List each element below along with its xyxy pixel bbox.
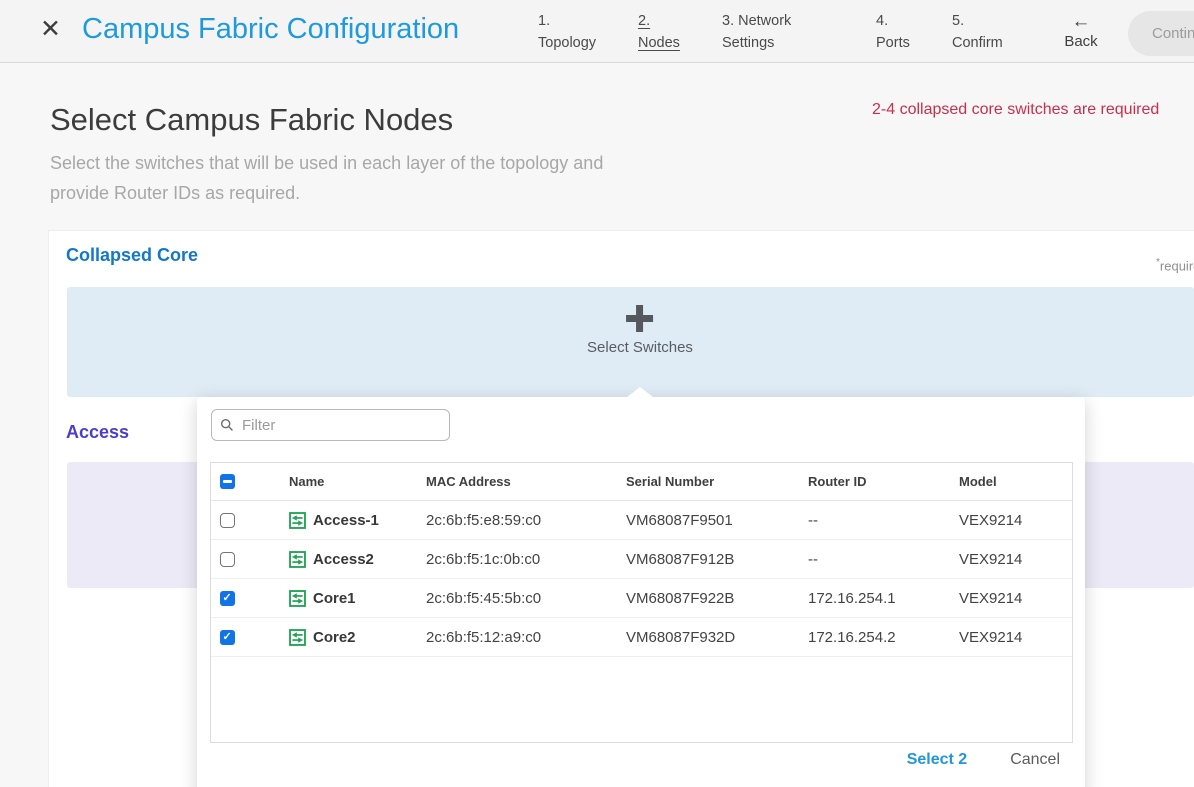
switch-icon — [289, 551, 306, 568]
table-row[interactable]: Core2 2c:6b:f5:12:a9:c0VM68087F932D172.16… — [211, 618, 1072, 657]
step-4[interactable]: 4. Ports — [876, 10, 920, 54]
cell-mac: 2c:6b:f5:12:a9:c0 — [426, 629, 626, 646]
popover-footer: Select 2 Cancel — [197, 751, 1085, 769]
cell-router-id: 172.16.254.1 — [808, 590, 959, 607]
filter-input[interactable] — [211, 409, 450, 441]
cell-router-id: -- — [808, 551, 959, 568]
switch-select-popover: NameMAC AddressSerial NumberRouter IDMod… — [197, 397, 1085, 787]
table-row[interactable]: Access2 2c:6b:f5:1c:0b:c0VM68087F912B--VE… — [211, 540, 1072, 579]
section-label-collapsed-core: Collapsed Core — [66, 245, 198, 266]
table-row[interactable]: Access-1 2c:6b:f5:e8:59:c0VM68087F9501--V… — [211, 501, 1072, 540]
popover-caret-icon — [627, 387, 653, 397]
back-arrow-icon: ← — [1053, 12, 1109, 32]
cell-model: VEX9214 — [959, 629, 1072, 646]
cell-serial: VM68087F912B — [626, 551, 808, 568]
switch-icon — [289, 629, 306, 646]
cell-name: Core2 — [276, 629, 426, 646]
switch-name: Core1 — [313, 590, 356, 607]
step-1[interactable]: 1. Topology — [538, 10, 602, 54]
column-header-model: Model — [959, 474, 1072, 489]
step-2[interactable]: 2. Nodes — [638, 10, 684, 54]
page-title: Select Campus Fabric Nodes — [50, 102, 453, 138]
header-checkbox-cell — [211, 474, 276, 489]
cell-name: Access2 — [276, 551, 426, 568]
search-icon — [220, 418, 234, 437]
row-checkbox-cell — [211, 630, 276, 645]
table-row[interactable]: Core1 2c:6b:f5:45:5b:c0VM68087F922B172.16… — [211, 579, 1072, 618]
validation-message: 2-4 collapsed core switches are required — [872, 101, 1194, 119]
row-checkbox[interactable] — [220, 591, 235, 606]
row-checkbox[interactable] — [220, 513, 235, 528]
cell-mac: 2c:6b:f5:45:5b:c0 — [426, 590, 626, 607]
cell-router-id: 172.16.254.2 — [808, 629, 959, 646]
cell-serial: VM68087F922B — [626, 590, 808, 607]
select-all-checkbox[interactable] — [220, 474, 235, 489]
column-header-router-id: Router ID — [808, 474, 959, 489]
cell-serial: VM68087F9501 — [626, 512, 808, 529]
cell-mac: 2c:6b:f5:1c:0b:c0 — [426, 551, 626, 568]
switch-name: Core2 — [313, 629, 356, 646]
row-checkbox-cell — [211, 591, 276, 606]
page-subtitle: Select the switches that will be used in… — [50, 148, 610, 208]
row-checkbox-cell — [211, 513, 276, 528]
row-checkbox-cell — [211, 552, 276, 567]
switch-name: Access-1 — [313, 512, 379, 529]
switch-icon — [289, 590, 306, 607]
select-confirm-button[interactable]: Select 2 — [907, 751, 967, 769]
cell-model: VEX9214 — [959, 512, 1072, 529]
section-label-access: Access — [66, 422, 129, 443]
cell-name: Core1 — [276, 590, 426, 607]
campus-fabric-configuration-window: Select Campus Fabric Nodes Select the sw… — [0, 0, 1194, 787]
back-button[interactable]: ← Back — [1053, 12, 1109, 51]
row-checkbox[interactable] — [220, 630, 235, 645]
select-switches-button[interactable]: Select Switches — [587, 305, 693, 356]
switch-icon — [289, 512, 306, 529]
cell-model: VEX9214 — [959, 590, 1072, 607]
required-note: *required — [1156, 257, 1194, 273]
close-icon[interactable]: ✕ — [40, 17, 61, 42]
filter-field — [211, 409, 450, 441]
cancel-button[interactable]: Cancel — [1010, 751, 1060, 769]
cell-router-id: -- — [808, 512, 959, 529]
plus-icon — [626, 305, 653, 332]
select-switches-label: Select Switches — [587, 339, 693, 356]
cell-name: Access-1 — [276, 512, 426, 529]
cell-serial: VM68087F932D — [626, 629, 808, 646]
switches-table: NameMAC AddressSerial NumberRouter IDMod… — [210, 462, 1073, 743]
cell-mac: 2c:6b:f5:e8:59:c0 — [426, 512, 626, 529]
wizard-title: Campus Fabric Configuration — [82, 13, 459, 46]
column-header-name: Name — [276, 474, 426, 489]
column-header-mac-address: MAC Address — [426, 474, 626, 489]
step-5[interactable]: 5. Confirm — [952, 10, 1010, 54]
row-checkbox[interactable] — [220, 552, 235, 567]
table-header-row: NameMAC AddressSerial NumberRouter IDMod… — [211, 463, 1072, 501]
wizard-header: ✕ Campus Fabric Configuration 1. Topolog… — [0, 0, 1194, 63]
step-3[interactable]: 3. Network Settings — [722, 10, 822, 54]
continue-button[interactable]: Continue — [1128, 11, 1194, 56]
column-header-serial-number: Serial Number — [626, 474, 808, 489]
cell-model: VEX9214 — [959, 551, 1072, 568]
switch-name: Access2 — [313, 551, 374, 568]
